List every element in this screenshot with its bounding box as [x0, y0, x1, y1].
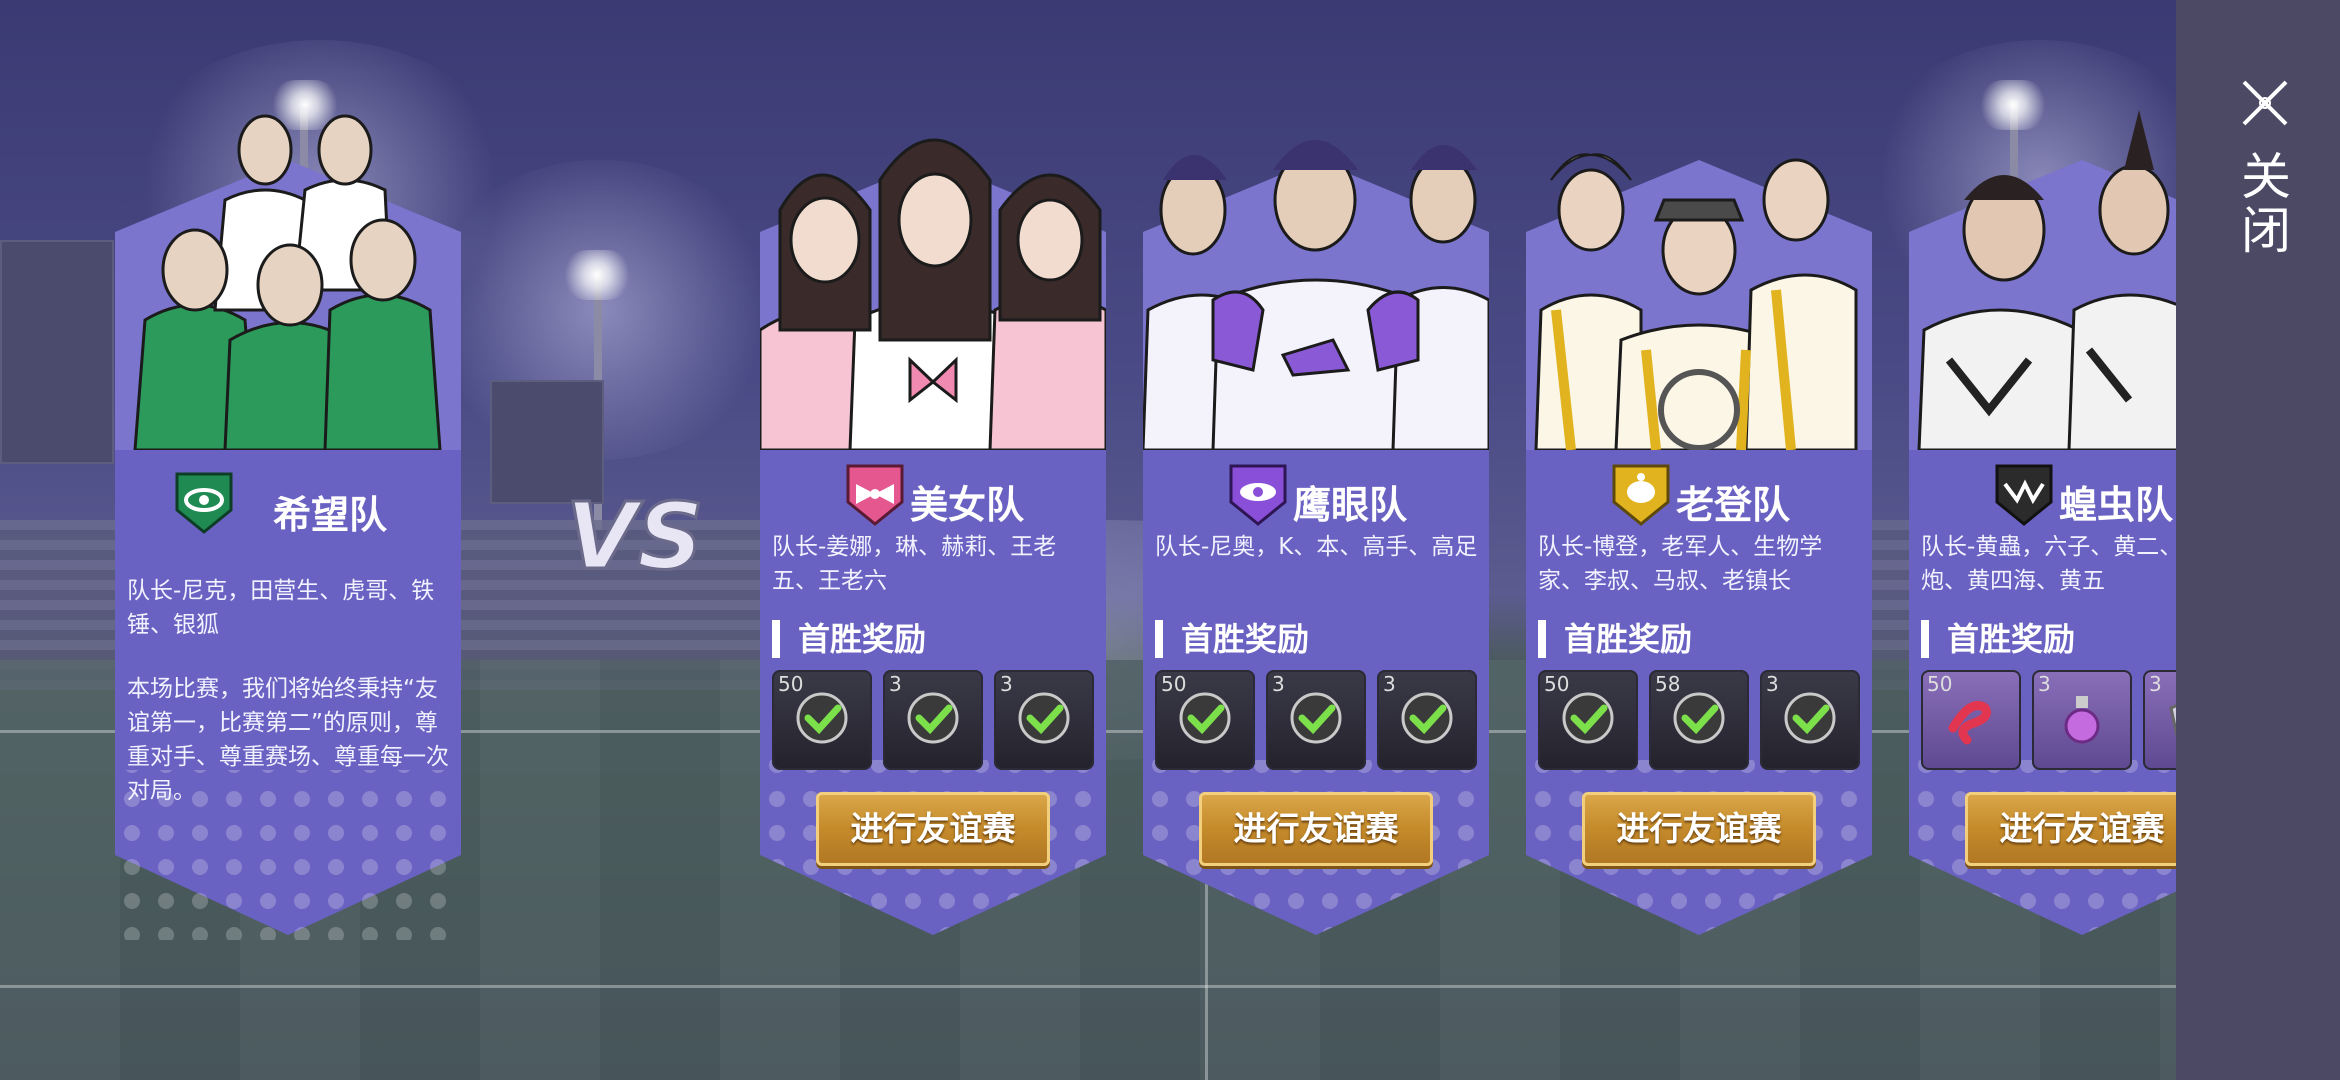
- team-name: 蝗虫队: [2059, 483, 2174, 527]
- claimed-check-icon: [1179, 692, 1231, 744]
- opponent-card: 美女队 队长-姜娜，琳、赫莉、王老五、王老六 首胜奖励 50 3 3 进行友谊赛: [760, 0, 1106, 940]
- team-members: 队长-黄蟲，六子、黄二、黄三炮、黄四海、黄五: [1921, 534, 2176, 594]
- claimed-check-icon: [1018, 692, 1070, 744]
- close-button[interactable]: 关闭: [2232, 150, 2292, 258]
- green-eye-shield-icon: [175, 472, 233, 534]
- reward-quantity: 3: [1000, 672, 1013, 696]
- pink-potion-item-icon: [2064, 696, 2100, 744]
- claimed-check-icon: [796, 692, 848, 744]
- vs-emblem: VS: [565, 482, 701, 592]
- first-win-reward-title: 首胜奖励: [772, 620, 926, 658]
- claimed-check-icon: [1562, 692, 1614, 744]
- yellow-turtle-shield-icon: [1612, 464, 1670, 526]
- team-name: 鹰眼队: [1293, 483, 1408, 527]
- silver-item-icon: [2169, 704, 2176, 738]
- reward-slot[interactable]: 3: [883, 670, 983, 770]
- pink-bow-shield-icon: [846, 464, 904, 526]
- first-win-reward-title: 首胜奖励: [1921, 620, 2075, 658]
- team-portrait-image: [1534, 153, 1858, 450]
- team-members: 队长-姜娜，琳、赫莉、王老五、王老六: [772, 534, 1057, 594]
- reward-slot[interactable]: 50: [1155, 670, 1255, 770]
- team-portrait-image: [760, 138, 1106, 450]
- team-members: 队长-博登，老军人、生物学家、李叔、马叔、老镇长: [1538, 534, 1823, 594]
- team-portrait-image: [1917, 110, 2176, 450]
- claimed-check-icon: [1673, 692, 1725, 744]
- svg-text:VS: VS: [566, 483, 700, 590]
- reward-quantity: 3: [1383, 672, 1396, 696]
- red-ribbon-item-icon: [1948, 701, 1991, 745]
- play-friendly-match-button[interactable]: 进行友谊赛: [1199, 792, 1433, 866]
- team-name: 美女队: [910, 483, 1025, 527]
- team-members: 队长-尼奥，K、本、高手、高足: [1155, 534, 1478, 560]
- claimed-check-icon: [1784, 692, 1836, 744]
- claimed-check-icon: [1290, 692, 1342, 744]
- opponent-card: 鹰眼队 队长-尼奥，K、本、高手、高足 首胜奖励 50 3 3 进行友谊赛: [1143, 0, 1489, 940]
- reward-slot[interactable]: 50: [772, 670, 872, 770]
- reward-quantity: 3: [2149, 672, 2162, 696]
- reward-slot[interactable]: 3: [1266, 670, 1366, 770]
- reward-slot[interactable]: 3: [2143, 670, 2176, 770]
- claimed-check-icon: [1401, 692, 1453, 744]
- reward-slot[interactable]: 3: [2032, 670, 2132, 770]
- reward-slot[interactable]: 3: [1377, 670, 1477, 770]
- team-portrait-image: [1143, 140, 1489, 450]
- reward-quantity: 3: [889, 672, 902, 696]
- first-win-reward-title: 首胜奖励: [1155, 620, 1309, 658]
- opponent-card: 老登队 队长-博登，老军人、生物学家、李叔、马叔、老镇长 首胜奖励 50 58 …: [1526, 0, 1872, 940]
- play-friendly-match-button[interactable]: 进行友谊赛: [1582, 792, 1816, 866]
- opponent-card: 蝗虫队 队长-黄蟲，六子、黄二、黄三炮、黄四海、黄五 首胜奖励 50 3 3 进…: [1909, 0, 2176, 940]
- claimed-check-icon: [907, 692, 959, 744]
- reward-quantity: 3: [2038, 672, 2051, 696]
- team-name: 希望队: [273, 493, 388, 537]
- play-friendly-match-button[interactable]: 进行友谊赛: [1965, 792, 2176, 866]
- team-portrait-image: [133, 114, 442, 450]
- purple-eagle-eye-shield-icon: [1229, 464, 1287, 526]
- team-name: 老登队: [1676, 483, 1791, 527]
- reward-slot[interactable]: 3: [994, 670, 1094, 770]
- first-win-reward-title: 首胜奖励: [1538, 620, 1692, 658]
- reward-slot[interactable]: 50: [1538, 670, 1638, 770]
- close-x-icon[interactable]: [2238, 76, 2292, 130]
- reward-quantity: 3: [1766, 672, 1779, 696]
- home-team-card: 希望队 队长-尼克，田营生、虎哥、铁锤、银狐 本场比赛，我们将始终秉持“友谊第一…: [115, 0, 461, 940]
- reward-slot[interactable]: 3: [1760, 670, 1860, 770]
- black-locust-shield-icon: [1995, 464, 2053, 526]
- reward-quantity: 3: [1272, 672, 1285, 696]
- reward-slot[interactable]: 50: [1921, 670, 2021, 770]
- team-intro: 本场比赛，我们将始终秉持“友谊第一，比赛第二”的原则，尊重对手、尊重赛场、尊重每…: [127, 676, 449, 804]
- team-members: 队长-尼克，田营生、虎哥、铁锤、银狐: [127, 578, 435, 638]
- reward-slot[interactable]: 58: [1649, 670, 1749, 770]
- play-friendly-match-button[interactable]: 进行友谊赛: [816, 792, 1050, 866]
